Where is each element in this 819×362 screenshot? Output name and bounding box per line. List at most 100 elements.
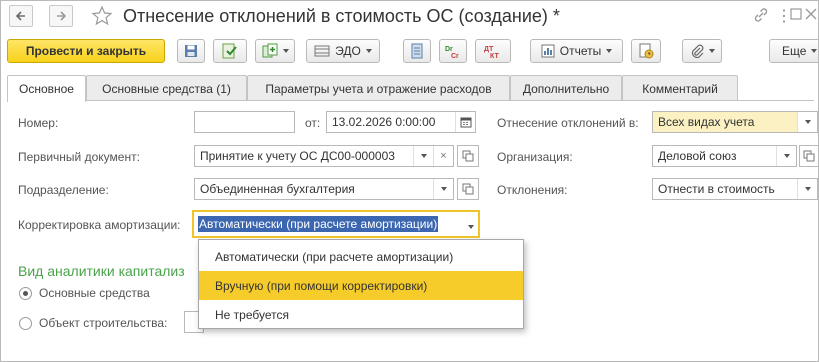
- svg-text:КТ: КТ: [490, 53, 499, 59]
- organization-open-button[interactable]: [799, 145, 818, 167]
- tab-divider: [7, 100, 814, 101]
- amortization-select[interactable]: Автоматически (при расчете амортизации): [192, 210, 480, 238]
- amortization-dropdown[interactable]: [468, 218, 474, 232]
- department-open-button[interactable]: [457, 178, 479, 200]
- organization-value: Деловой союз: [658, 149, 737, 163]
- dropdown-option-auto[interactable]: Автоматически (при расчете амортизации): [199, 242, 523, 271]
- department-label: Подразделение:: [18, 183, 109, 197]
- open-icon: [462, 183, 474, 195]
- more-button[interactable]: Еще: [769, 39, 818, 63]
- report-icon: [541, 44, 555, 58]
- organization-dropdown[interactable]: [776, 146, 796, 166]
- post-document-icon: [222, 43, 237, 59]
- date-value: 13.02.2026 0:00:00: [332, 115, 436, 129]
- journal-button[interactable]: [403, 39, 431, 63]
- more-label: Еще: [782, 44, 807, 58]
- calendar-button[interactable]: [455, 112, 475, 132]
- post-and-close-label: Провести и закрыть: [25, 44, 147, 58]
- deviation-in-value: Всех видах учета: [658, 115, 755, 129]
- department-dropdown[interactable]: [433, 179, 453, 199]
- edo-label: ЭДО: [335, 44, 361, 58]
- primary-doc-dropdown[interactable]: [413, 146, 433, 166]
- close-icon[interactable]: [804, 7, 818, 24]
- dt-kt-button[interactable]: ДТ КТ: [475, 39, 511, 63]
- history-button[interactable]: [631, 39, 661, 63]
- chevron-down-icon: [811, 49, 818, 53]
- primary-doc-open-button[interactable]: [457, 145, 479, 167]
- organization-label: Организация:: [497, 150, 573, 164]
- document-window: Отнесение отклонений в стоимость ОС (соз…: [0, 0, 819, 362]
- chevron-down-icon: [420, 154, 427, 158]
- tab-accounting-parameters[interactable]: Параметры учета и отражение расходов: [247, 75, 510, 101]
- primary-doc-clear[interactable]: ×: [433, 146, 453, 166]
- create-based-on-icon: [262, 43, 277, 58]
- primary-doc-label: Первичный документ:: [18, 150, 140, 164]
- dt-cr-button[interactable]: Dr Cr: [439, 39, 467, 63]
- amortization-value: Автоматически (при расчете амортизации): [198, 216, 439, 232]
- debit-kredit-icon: ДТКТ: [484, 46, 499, 59]
- tab-label: Основное: [19, 82, 74, 96]
- paperclip-icon: [691, 44, 703, 58]
- save-button[interactable]: [177, 39, 205, 63]
- create-based-on-button[interactable]: [255, 39, 295, 63]
- calendar-icon: [460, 117, 471, 128]
- number-field[interactable]: [194, 111, 295, 133]
- tab-fixed-assets[interactable]: Основные средства (1): [86, 75, 247, 101]
- arrow-left-icon: [15, 11, 25, 21]
- open-icon: [462, 150, 474, 162]
- date-label: от:: [305, 116, 321, 130]
- post-button[interactable]: [213, 39, 247, 63]
- option-label: Вручную (при помощи корректировки): [215, 278, 428, 293]
- tab-label: Основные средства (1): [102, 81, 231, 96]
- debit-credit-icon: DrCr: [445, 46, 459, 59]
- attachments-button[interactable]: [682, 39, 722, 63]
- chevron-down-icon: [804, 187, 811, 191]
- analytics-section-title: Вид аналитики капитализ: [18, 263, 185, 279]
- deviations-dropdown[interactable]: [797, 179, 817, 199]
- svg-text:ДТ: ДТ: [484, 46, 494, 53]
- chevron-down-icon: [365, 49, 372, 53]
- arrow-right-icon: [57, 11, 67, 21]
- radio-fixed-assets[interactable]: [19, 287, 32, 300]
- department-value: Объединенная бухгалтерия: [200, 182, 355, 196]
- edo-button[interactable]: ЭДО: [306, 39, 380, 63]
- tab-label: Параметры учета и отражение расходов: [265, 81, 492, 96]
- amortization-label: Корректировка амортизации:: [18, 218, 181, 232]
- post-and-close-button[interactable]: Провести и закрыть: [7, 39, 165, 63]
- favorite-star-icon[interactable]: [91, 5, 113, 27]
- journal-icon: [411, 43, 423, 59]
- forward-button[interactable]: [49, 5, 73, 27]
- chevron-down-icon: [440, 187, 447, 191]
- link-icon[interactable]: [753, 7, 769, 26]
- dropdown-option-manual[interactable]: Вручную (при помощи корректировки): [199, 271, 523, 300]
- chevron-down-icon: [783, 154, 790, 158]
- primary-doc-field[interactable]: Принятие к учету ОС ДС00-000003 ×: [194, 145, 454, 167]
- reports-label: Отчеты: [559, 44, 602, 58]
- deviations-value: Отнести в стоимость: [658, 182, 775, 196]
- deviation-in-select[interactable]: Всех видах учета: [652, 111, 818, 133]
- tab-main[interactable]: Основное: [7, 75, 86, 102]
- chevron-down-icon: [804, 120, 811, 124]
- back-button[interactable]: [9, 5, 33, 27]
- dropdown-option-not-required[interactable]: Не требуется: [199, 300, 523, 329]
- tab-comment[interactable]: Комментарий: [622, 75, 738, 101]
- tab-additional[interactable]: Дополнительно: [510, 75, 622, 101]
- amortization-dropdown-list: Автоматически (при расчете амортизации) …: [198, 239, 524, 329]
- reports-button[interactable]: Отчеты: [530, 39, 623, 63]
- option-label: Автоматически (при расчете амортизации): [215, 249, 454, 264]
- organization-field[interactable]: Деловой союз: [652, 145, 797, 167]
- radio-fixed-assets-label: Основные средства: [39, 286, 150, 300]
- maximize-icon[interactable]: [789, 7, 803, 24]
- edo-icon: [314, 45, 330, 57]
- deviation-in-label: Отнесение отклонений в:: [497, 116, 639, 130]
- radio-construction-label: Объект строительства:: [39, 316, 168, 330]
- radio-construction[interactable]: [19, 317, 32, 330]
- deviation-in-dropdown[interactable]: [797, 112, 817, 132]
- department-field[interactable]: Объединенная бухгалтерия: [194, 178, 454, 200]
- chevron-down-icon: [606, 49, 613, 53]
- deviations-select[interactable]: Отнести в стоимость: [652, 178, 818, 200]
- svg-text:Dr: Dr: [445, 46, 453, 53]
- document-history-icon: [639, 43, 654, 59]
- chevron-down-icon: [282, 49, 289, 53]
- date-field[interactable]: 13.02.2026 0:00:00: [326, 111, 476, 133]
